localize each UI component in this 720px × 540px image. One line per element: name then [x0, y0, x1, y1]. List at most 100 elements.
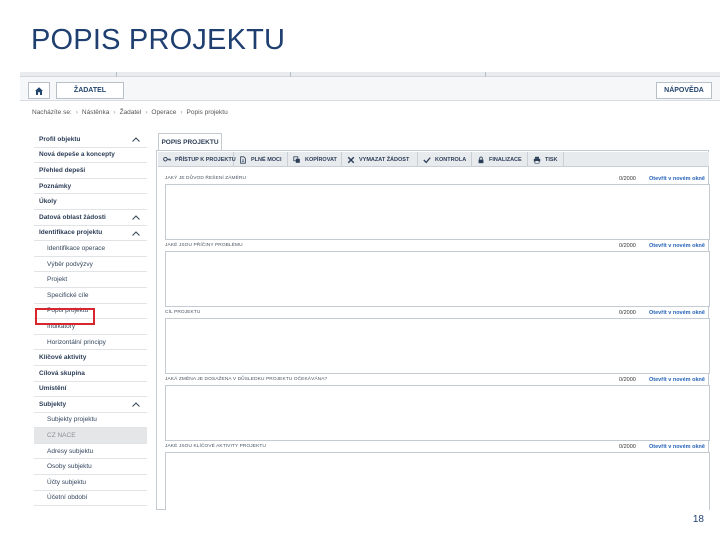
- sidebar-item[interactable]: Specifické cíle: [34, 288, 147, 304]
- zadatel-button[interactable]: ŽADATEL: [56, 82, 124, 99]
- sidebar-item[interactable]: Umístění: [34, 382, 147, 398]
- slide-title: POPIS PROJEKTU: [31, 24, 286, 56]
- toolbar-button-label: VYMAZAT ŽÁDOST: [359, 156, 410, 163]
- tab-popis-projektu[interactable]: POPIS PROJEKTU: [158, 133, 222, 150]
- sidebar-item[interactable]: Úkoly: [34, 194, 147, 210]
- text-field-group: JAKÉ JSOU KLÍČOVÉ AKTIVITY PROJEKTU 0/200…: [165, 444, 710, 510]
- sidebar-item-label: Identifikace projektu: [39, 229, 103, 237]
- breadcrumb-separator: ›: [180, 108, 183, 116]
- breadcrumb-separator: ›: [75, 108, 78, 116]
- toolbar-button[interactable]: PŘÍSTUP K PROJEKTU: [158, 152, 236, 167]
- field-label: JAKÁ ZMĚNA JE DOSAŽENA V DŮSLEDKU PROJEK…: [165, 377, 328, 382]
- char-counter: 0/2000: [619, 243, 636, 249]
- chevron-up-icon[interactable]: [131, 229, 141, 238]
- sidebar-item-label: Nová depeše a koncepty: [39, 151, 115, 159]
- breadcrumb-label: Nacházíte se:: [32, 108, 72, 116]
- sidebar-item-label: Klíčové aktivity: [39, 354, 87, 362]
- toolbar-button-label: PŘÍSTUP K PROJEKTU: [175, 156, 236, 163]
- print-icon: [533, 156, 541, 164]
- main-panel: PŘÍSTUP K PROJEKTU PLNÉ MOCI KOPÍROVAT VYMA…: [156, 150, 710, 510]
- sidebar-item[interactable]: Poznámky: [34, 179, 147, 195]
- sidebar-item[interactable]: Projekt: [34, 272, 147, 288]
- sidebar-item[interactable]: CZ NACE: [34, 428, 147, 444]
- char-counter: 0/2000: [619, 310, 636, 316]
- check-icon: [423, 156, 431, 163]
- sidebar-item[interactable]: Identifikace operace: [34, 241, 147, 257]
- text-field-group: JAKÉ JSOU PŘÍČINY PROBLÉMU 0/2000 Otevřít …: [165, 243, 710, 307]
- field-label: JAKÝ JE DŮVOD ŘEŠENÍ ZÁMĚRU: [165, 176, 247, 181]
- toolbar-button-label: KONTROLA: [435, 156, 467, 163]
- open-new-window-link[interactable]: Otevřít v novém okně: [649, 176, 705, 182]
- sidebar-item-label: Osoby subjektu: [47, 463, 92, 471]
- chevron-up-icon[interactable]: [131, 135, 141, 144]
- sidebar-item-label: Účty subjektu: [47, 478, 87, 486]
- char-counter: 0/2000: [619, 377, 636, 383]
- toolbar-button[interactable]: KONTROLA: [418, 152, 472, 167]
- sidebar-item[interactable]: Horizontální principy: [34, 335, 147, 351]
- sidebar-item-label: Specifické cíle: [47, 291, 89, 299]
- page-number: 18: [692, 514, 704, 525]
- text-field-group: CÍL PROJEKTU 0/2000 Otevřít v novém okně: [165, 310, 710, 374]
- sidebar-item-label: Cílová skupina: [39, 369, 85, 377]
- sidebar-item-label: Poznámky: [39, 182, 72, 190]
- sidebar-item[interactable]: Subjekty: [34, 397, 147, 413]
- sidebar-item[interactable]: Výběr podvýzvy: [34, 257, 147, 273]
- home-icon: [35, 86, 43, 95]
- sidebar-item[interactable]: Osoby subjektu: [34, 459, 147, 476]
- sidebar-item[interactable]: Profil objektu: [34, 132, 147, 148]
- text-area[interactable]: [165, 318, 710, 374]
- open-new-window-link[interactable]: Otevřít v novém okně: [649, 377, 705, 383]
- toolbar-button[interactable]: TISK: [528, 152, 564, 167]
- sidebar-item-label: CZ NACE: [47, 432, 76, 440]
- copy-icon: [293, 155, 300, 163]
- toolbar-button[interactable]: KOPÍROVAT: [288, 152, 342, 167]
- field-label: JAKÉ JSOU KLÍČOVÉ AKTIVITY PROJEKTU: [165, 444, 266, 449]
- sidebar-item[interactable]: Nová depeše a koncepty: [34, 148, 147, 164]
- sidebar-item[interactable]: Účetní období: [34, 491, 147, 507]
- sidebar-item[interactable]: Adresy subjektu: [34, 444, 147, 460]
- key-icon: [163, 156, 171, 161]
- home-button[interactable]: [28, 82, 50, 99]
- sidebar-item-label: Profil objektu: [39, 135, 81, 143]
- toolbar-button-label: PLNÉ MOCI: [251, 156, 282, 163]
- open-new-window-link[interactable]: Otevřít v novém okně: [649, 243, 705, 249]
- char-counter: 0/2000: [619, 176, 636, 182]
- breadcrumb-item[interactable]: Nástěnka: [82, 109, 109, 116]
- field-label: JAKÉ JSOU PŘÍČINY PROBLÉMU: [165, 243, 243, 248]
- sidebar-item[interactable]: Cílová skupina: [34, 366, 147, 382]
- sidebar-item-label: Umístění: [39, 385, 67, 393]
- sidebar-item-label: Účetní období: [47, 494, 88, 502]
- sidebar-item[interactable]: Přehled depeší: [34, 163, 147, 179]
- sidebar-item-label: Adresy subjektu: [47, 447, 94, 455]
- toolbar-button-label: FINALIZACE: [489, 156, 522, 163]
- toolbar-button[interactable]: FINALIZACE: [472, 152, 528, 167]
- text-area[interactable]: [165, 251, 710, 307]
- text-area[interactable]: [165, 184, 710, 240]
- app-header: ŽADATEL NÁPOVĚDA: [20, 77, 720, 101]
- chevron-up-icon[interactable]: [131, 213, 141, 222]
- sidebar-item-label: Subjekty projektu: [47, 416, 97, 424]
- sidebar-item[interactable]: Identifikace projektu: [34, 226, 147, 242]
- open-new-window-link[interactable]: Otevřít v novém okně: [649, 444, 705, 450]
- text-field-group: JAKÝ JE DŮVOD ŘEŠENÍ ZÁMĚRU 0/2000 Otevřít…: [165, 176, 710, 240]
- field-label: CÍL PROJEKTU: [165, 310, 201, 315]
- breadcrumb-item[interactable]: Žadatel: [120, 109, 142, 116]
- napoveda-button[interactable]: NÁPOVĚDA: [656, 82, 712, 99]
- breadcrumb: Nacházíte se: › Nástěnka › Žadatel › Ope…: [32, 106, 228, 118]
- toolbar-button[interactable]: VYMAZAT ŽÁDOST: [342, 152, 418, 167]
- toolbar-button[interactable]: PLNÉ MOCI: [234, 152, 288, 167]
- sidebar-item[interactable]: Účty subjektu: [34, 475, 147, 491]
- breadcrumb-item[interactable]: Popis projektu: [187, 109, 228, 116]
- sidebar-item[interactable]: Datová oblast žádosti: [34, 210, 147, 226]
- sidebar-item[interactable]: Subjekty projektu: [34, 413, 147, 429]
- text-area[interactable]: [165, 385, 710, 441]
- sidebar-item[interactable]: Klíčové aktivity: [34, 350, 147, 366]
- open-new-window-link[interactable]: Otevřít v novém okně: [649, 310, 705, 316]
- breadcrumb-separator: ›: [113, 108, 116, 116]
- text-area[interactable]: [165, 452, 710, 510]
- chevron-up-icon[interactable]: [131, 400, 141, 409]
- breadcrumb-item[interactable]: Operace: [151, 109, 176, 116]
- char-counter: 0/2000: [619, 444, 636, 450]
- sidebar-item-label: Horizontální principy: [47, 338, 106, 346]
- sidebar-item-label: Subjekty: [39, 400, 67, 408]
